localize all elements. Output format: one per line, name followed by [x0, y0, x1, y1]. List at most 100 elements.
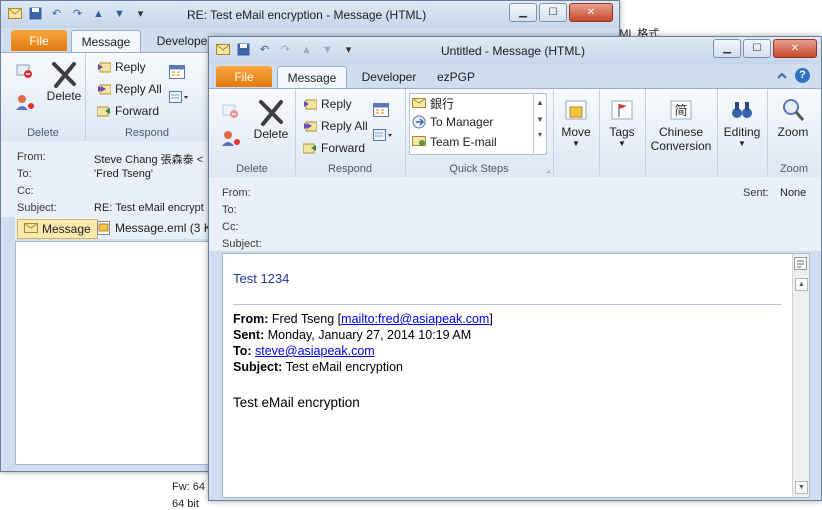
meeting-icon[interactable] — [169, 63, 185, 82]
forward-icon — [302, 141, 317, 155]
front-tab-file[interactable]: File — [216, 66, 272, 87]
ignore-icon[interactable] — [221, 101, 239, 122]
reply-all-label: Reply All — [115, 82, 162, 96]
more-respond-icon[interactable] — [169, 91, 191, 108]
save-icon[interactable] — [28, 6, 43, 21]
back-reply-button[interactable]: Reply — [97, 60, 146, 74]
front-delete-button[interactable]: Delete — [251, 97, 291, 141]
up-arrow-icon[interactable]: ▲ — [299, 42, 314, 57]
to-email-link[interactable]: steve@asiapeak.com — [255, 344, 375, 358]
junk-icon[interactable] — [15, 93, 37, 114]
save-icon[interactable] — [236, 42, 251, 57]
zoom-label: Zoom — [777, 125, 809, 139]
subject-label: Subject: — [222, 238, 262, 250]
meeting-icon[interactable] — [373, 101, 389, 120]
undo-icon[interactable]: ↶ — [49, 6, 64, 21]
quick-step-label: 銀行 — [430, 97, 455, 111]
maximize-button[interactable]: ☐ — [743, 39, 771, 58]
close-button[interactable]: ✕ — [569, 3, 613, 22]
dropdown-arrow-icon: ▼ — [738, 139, 746, 148]
sent-value: None — [780, 187, 807, 199]
down-arrow-icon[interactable]: ▼ — [320, 42, 335, 57]
chinese-conversion-label-1: Chinese — [658, 125, 704, 139]
attachment-message-tab[interactable]: Message — [17, 219, 98, 239]
reply-all-icon — [303, 119, 318, 133]
reply-all-label: Reply All — [321, 119, 368, 133]
quick-steps-scroll[interactable]: ▲ ▼ ▾ — [533, 94, 546, 154]
minimize-button[interactable]: ▁ — [713, 39, 741, 58]
quoted-sent-line: Sent: Monday, January 27, 2014 10:19 AM — [233, 327, 493, 343]
dialog-launcher-icon[interactable]: ⌟ — [546, 165, 550, 174]
minimize-button[interactable]: ▁ — [509, 3, 537, 22]
front-tab-developer[interactable]: Developer — [353, 66, 425, 87]
front-reply-button[interactable]: Reply — [303, 97, 352, 111]
front-group-chinese-conversion: 简 Chinese Conversion — [645, 89, 718, 177]
customize-toolbar-icon[interactable]: ▾ — [341, 42, 356, 57]
message-body[interactable]: Test 1234 From: Fred Tseng [mailto:fred@… — [222, 253, 810, 498]
zoom-button[interactable]: Zoom — [771, 95, 815, 139]
back-title-bar: ↶ ↷ ▲ ▼ ▾ RE: Test eMail encryption - Me… — [1, 1, 619, 28]
more-respond-icon[interactable] — [373, 129, 395, 146]
group-label-zoom: Zoom — [779, 163, 809, 175]
front-reply-all-button[interactable]: Reply All — [303, 119, 368, 133]
up-arrow-icon[interactable]: ▲ — [91, 6, 106, 21]
group-label-delete: Delete — [27, 127, 59, 139]
redo-icon[interactable]: ↷ — [70, 6, 85, 21]
help-icon[interactable]: ? — [795, 68, 810, 83]
back-reply-all-button[interactable]: Reply All — [97, 82, 162, 96]
quoted-to-label: To: — [233, 344, 252, 358]
back-tab-file[interactable]: File — [11, 30, 67, 51]
flag-icon — [607, 95, 637, 125]
redo-icon[interactable]: ↷ — [278, 42, 293, 57]
front-message-window: ↶ ↷ ▲ ▼ ▾ Untitled - Message (HTML) ▁ ☐ … — [208, 36, 822, 501]
quick-step-bank[interactable]: 銀行 — [412, 95, 454, 112]
from-label: From: — [17, 151, 46, 163]
vertical-scrollbar[interactable]: ▲ ▼ — [792, 254, 809, 497]
front-group-editing: Editing ▼ — [717, 89, 768, 177]
binoculars-icon — [727, 95, 757, 125]
view-options-icon[interactable] — [794, 257, 807, 273]
quick-step-to-manager[interactable]: To Manager — [412, 115, 493, 129]
envelope-icon — [412, 97, 426, 111]
front-forward-button[interactable]: Forward — [302, 141, 366, 155]
tags-button[interactable]: Tags ▼ — [603, 95, 641, 148]
front-tab-ezpgp[interactable]: ezPGP — [431, 66, 481, 87]
group-label-quick-steps: Quick Steps — [449, 163, 509, 175]
move-button[interactable]: Move ▼ — [557, 95, 595, 148]
from-value[interactable]: Steve Chang 張森泰 < — [94, 151, 203, 167]
back-delete-button[interactable]: Delete — [45, 59, 83, 103]
back-tab-message[interactable]: Message — [71, 30, 141, 52]
forward-label: Forward — [321, 141, 366, 155]
minimize-ribbon-icon[interactable] — [775, 69, 789, 86]
move-label: Move — [561, 125, 591, 139]
body-text: Test eMail encryption — [233, 395, 360, 410]
chinese-conversion-button[interactable]: 简 Chinese Conversion — [647, 95, 715, 153]
down-arrow-icon[interactable]: ▼ — [112, 6, 127, 21]
editing-button[interactable]: Editing ▼ — [719, 95, 765, 148]
to-value[interactable]: 'Fred Tseng' — [94, 168, 153, 180]
front-ribbon-tabs: File Message Developer ezPGP ? — [209, 64, 821, 88]
front-tab-message[interactable]: Message — [277, 66, 347, 88]
quoted-subject-value: Test eMail encryption — [285, 360, 403, 374]
to-label: To: — [17, 168, 32, 180]
reply-all-icon — [97, 82, 112, 96]
maximize-button[interactable]: ☐ — [539, 3, 567, 22]
list-item[interactable]: 64 bit — [172, 498, 199, 510]
attachment-file[interactable]: Message.eml (3 KB — [97, 221, 220, 235]
undo-icon[interactable]: ↶ — [257, 42, 272, 57]
delete-x-icon — [49, 59, 79, 89]
quick-step-team-email[interactable]: Team E-mail — [412, 135, 497, 149]
list-item[interactable]: Fw: 64 — [172, 481, 205, 493]
delete-label: Delete — [253, 127, 289, 141]
close-button[interactable]: ✕ — [773, 39, 817, 58]
from-label: From: — [222, 187, 251, 199]
editing-label: Editing — [723, 125, 761, 139]
scroll-up-arrow[interactable]: ▲ — [795, 278, 808, 291]
svg-text:简: 简 — [674, 103, 687, 119]
back-forward-button[interactable]: Forward — [96, 104, 159, 118]
mailto-link[interactable]: mailto:fred@asiapeak.com — [341, 312, 489, 326]
scroll-down-arrow[interactable]: ▼ — [795, 481, 808, 494]
junk-icon[interactable] — [221, 129, 243, 150]
ignore-icon[interactable] — [15, 61, 33, 82]
customize-toolbar-icon[interactable]: ▾ — [133, 6, 148, 21]
